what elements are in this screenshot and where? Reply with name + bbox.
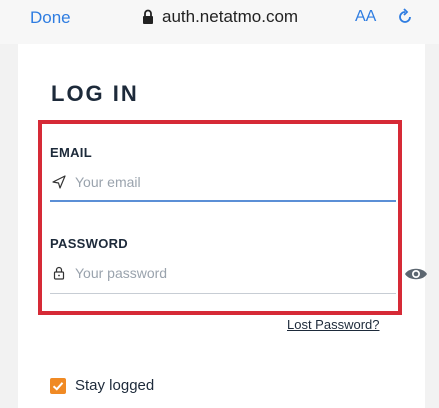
page-title: LOG IN: [51, 81, 139, 106]
password-underline: [50, 293, 396, 294]
text-size-button[interactable]: AA: [355, 8, 376, 26]
stay-logged-label: Stay logged: [75, 377, 155, 394]
browser-toolbar: Done auth.netatmo.com AA: [0, 0, 439, 44]
check-icon: [52, 382, 64, 391]
email-underline: [50, 200, 396, 202]
email-input[interactable]: [75, 172, 385, 192]
lost-password-link[interactable]: Lost Password?: [287, 317, 380, 332]
password-input[interactable]: [75, 263, 385, 283]
email-label: EMAIL: [50, 145, 92, 160]
eye-icon[interactable]: [404, 265, 428, 283]
address-bar[interactable]: auth.netatmo.com: [142, 7, 298, 27]
highlight-box: [38, 120, 402, 315]
stay-logged-checkbox[interactable]: [50, 378, 66, 394]
url-text: auth.netatmo.com: [162, 7, 299, 26]
password-label: PASSWORD: [50, 236, 128, 251]
lock-icon: [53, 266, 65, 280]
paper-plane-icon: [52, 175, 66, 189]
reload-icon[interactable]: [396, 8, 414, 26]
lock-icon: [143, 9, 153, 24]
done-button[interactable]: Done: [30, 8, 71, 28]
